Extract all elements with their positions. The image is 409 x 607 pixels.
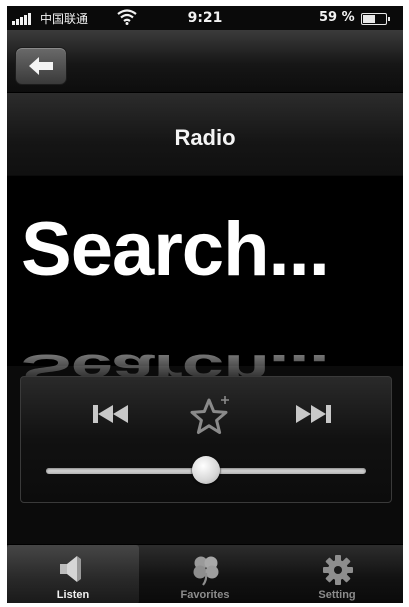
tab-setting-label: Setting: [318, 589, 356, 601]
now-playing-display: Search... Search...: [7, 176, 403, 393]
tab-favorites[interactable]: Favorites: [139, 545, 271, 603]
previous-track-icon: [93, 405, 128, 423]
tab-bar: Listen Favorites Setting: [7, 544, 403, 603]
volume-slider[interactable]: [46, 456, 366, 484]
battery-icon: [361, 13, 390, 25]
navigation-bar: [7, 30, 403, 93]
next-track-button[interactable]: [293, 403, 333, 429]
status-bar: 中国联通 9:21 59 %: [7, 6, 403, 30]
previous-track-button[interactable]: [91, 403, 131, 429]
clover-icon: [193, 556, 219, 586]
title-bar: Radio: [7, 93, 403, 175]
gear-icon: [323, 555, 353, 585]
add-favorite-button[interactable]: [189, 394, 233, 442]
next-track-icon: [296, 405, 331, 423]
arrow-left-icon: [29, 57, 53, 75]
search-status-text: Search...: [21, 207, 330, 292]
battery-percent: 59 %: [319, 10, 355, 25]
favorite-star-add-icon: [190, 396, 229, 434]
tab-listen-label: Listen: [56, 589, 90, 601]
app-frame: 中国联通 9:21 59 % Radio Search... Search...…: [7, 6, 403, 603]
page-title: Radio: [174, 125, 236, 150]
tab-listen[interactable]: Listen: [7, 545, 139, 603]
slider-thumb[interactable]: [192, 456, 220, 484]
tab-setting[interactable]: Setting: [271, 545, 403, 603]
tab-favorites-label: Favorites: [180, 589, 230, 601]
back-button[interactable]: [15, 47, 67, 85]
speaker-icon: [60, 556, 81, 582]
player-controls-panel: [20, 376, 392, 503]
